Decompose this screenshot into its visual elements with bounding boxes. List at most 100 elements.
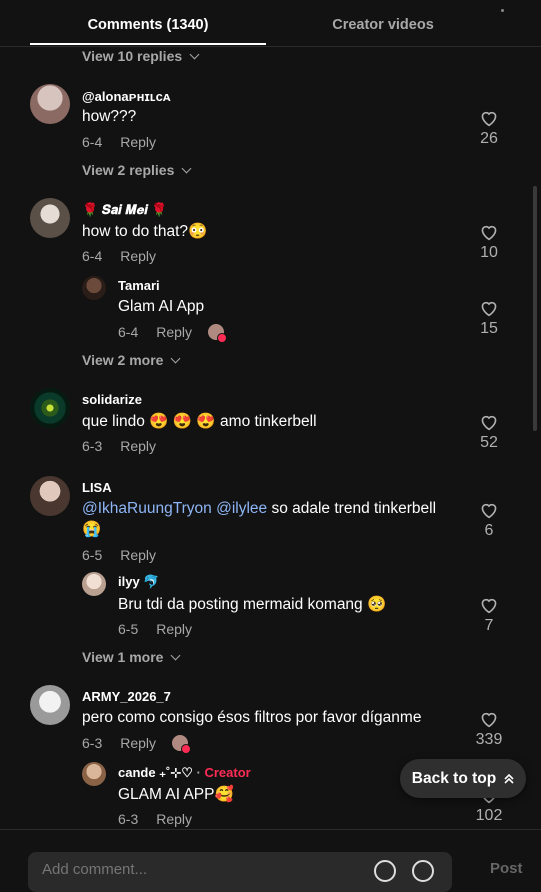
reply-button[interactable]: Reply: [120, 134, 156, 150]
reply-text: GLAM AI APP🥰: [118, 786, 234, 803]
view-replies-button[interactable]: View 10 replies: [82, 48, 200, 64]
like-count: 339: [475, 731, 503, 748]
tab-creator-videos[interactable]: Creator videos: [275, 17, 491, 33]
reply-text: Bru tdi da posting mermaid komang 🥺: [118, 596, 387, 613]
comment-meta: 6-3 Reply: [82, 735, 192, 754]
reply-button[interactable]: Reply: [156, 811, 192, 827]
heart-outline-icon: [481, 301, 497, 317]
like-count: 52: [480, 434, 498, 451]
reply-button[interactable]: Reply: [120, 438, 156, 454]
heart-badge-icon: [181, 744, 192, 754]
view-more-replies-button[interactable]: View 2 more: [82, 352, 181, 368]
avatar[interactable]: [30, 84, 70, 124]
avatar[interactable]: [82, 276, 106, 300]
heart-outline-icon: [481, 712, 497, 728]
comment-text: pero como consigo ésos filtros por favor…: [82, 709, 422, 726]
like-count: 7: [484, 617, 494, 634]
reply-button[interactable]: Reply: [120, 547, 156, 563]
comment-text-line2: 😭: [82, 521, 102, 538]
avatar[interactable]: [30, 685, 70, 725]
creator-badge: Creator: [204, 765, 251, 780]
view-more-replies-button[interactable]: View 1 more: [82, 649, 181, 665]
comment-text: que lindo 😍 😍 😍 amo tinkerbell: [82, 413, 317, 430]
avatar[interactable]: [30, 388, 70, 428]
emoji-icon[interactable]: [412, 860, 434, 882]
comment-username[interactable]: ARMY_2026_7: [82, 689, 171, 704]
tab-comments[interactable]: Comments (1340): [30, 17, 266, 33]
reply-button[interactable]: Reply: [120, 248, 156, 264]
avatar[interactable]: [82, 762, 106, 786]
creator-liked-avatar: [208, 324, 228, 343]
reply-date: 6-5: [118, 621, 139, 637]
avatar[interactable]: [30, 198, 70, 238]
avatar[interactable]: [82, 572, 106, 596]
like-button[interactable]: 52: [474, 413, 504, 452]
comment-text: @IkhaRuungTryon @ilylee so adale trend t…: [82, 500, 437, 517]
comment-meta: 6-4 Reply: [82, 134, 156, 150]
reply-meta: 6-4 Reply: [118, 324, 228, 343]
heart-outline-icon: [481, 598, 497, 614]
comment-date: 6-3: [82, 735, 103, 751]
like-button[interactable]: 26: [474, 109, 504, 148]
like-count: 10: [480, 244, 498, 261]
mention-link[interactable]: @IkhaRuungTryon: [82, 500, 212, 517]
like-button[interactable]: 7: [474, 596, 504, 635]
reply-button[interactable]: Reply: [156, 621, 192, 637]
post-button[interactable]: Post: [490, 860, 523, 877]
like-button[interactable]: 6: [474, 501, 504, 540]
reply-button[interactable]: Reply: [120, 735, 156, 751]
comment-date: 6-4: [82, 248, 103, 264]
reply-date: 6-4: [118, 324, 139, 340]
scrollbar[interactable]: [533, 186, 537, 431]
tab-bar: Comments (1340) Creator videos: [0, 0, 541, 47]
view-replies-button[interactable]: View 2 replies: [82, 162, 192, 178]
chevron-down-icon: [181, 163, 192, 173]
comment-username[interactable]: 🌹 𝑺𝒂𝒊 𝑴𝒆𝒊 🌹: [82, 202, 168, 218]
comment-meta: 6-4 Reply: [82, 248, 156, 264]
comment-list[interactable]: View 10 replies @alonaᴘʜɪʟᴄᴀ how??? 6-4 …: [0, 46, 541, 829]
chevron-down-icon: [171, 353, 181, 363]
reply-username[interactable]: ilyy 🐬: [118, 574, 159, 590]
heart-badge-icon: [217, 333, 228, 343]
at-icon[interactable]: [374, 860, 396, 882]
like-button[interactable]: 339: [474, 710, 504, 749]
comment-input[interactable]: [40, 860, 364, 879]
comment-date: 6-4: [82, 134, 103, 150]
creator-liked-avatar: [172, 735, 192, 754]
comment-text: how???: [82, 108, 137, 125]
reply-date: 6-3: [118, 811, 139, 827]
mention-link[interactable]: @ilylee: [216, 500, 267, 517]
back-to-top-button[interactable]: Back to top: [400, 759, 526, 798]
comment-date: 6-3: [82, 438, 103, 454]
like-button[interactable]: 15: [474, 299, 504, 338]
reply-button[interactable]: Reply: [156, 324, 192, 340]
comment-composer: Post: [0, 829, 541, 892]
reply-username[interactable]: Tamari: [118, 278, 160, 293]
comment-username[interactable]: @alonaᴘʜɪʟᴄᴀ: [82, 89, 171, 104]
comment-meta: 6-3 Reply: [82, 438, 156, 454]
reply-meta: 6-3 Reply: [118, 811, 192, 827]
avatar[interactable]: [30, 476, 70, 516]
comment-date: 6-5: [82, 547, 103, 563]
heart-outline-icon: [481, 503, 497, 519]
like-button[interactable]: 10: [474, 223, 504, 262]
reply-meta: 6-5 Reply: [118, 621, 192, 637]
heart-outline-icon: [481, 111, 497, 127]
comment-meta: 6-5 Reply: [82, 547, 156, 563]
like-count: 26: [480, 130, 498, 147]
double-chevron-up-icon: [504, 773, 514, 784]
reply-text: Glam AI App: [118, 298, 205, 315]
like-count: 15: [480, 320, 498, 337]
reply-username[interactable]: cande ₊˚⊹♡ · Creator: [118, 765, 251, 781]
comment-text: how to do that?😳: [82, 223, 208, 240]
chevron-down-icon: [171, 650, 181, 660]
like-count: 102: [475, 807, 503, 824]
heart-outline-icon: [481, 225, 497, 241]
like-count: 6: [484, 522, 494, 539]
comment-username[interactable]: LISA: [82, 480, 112, 495]
heart-outline-icon: [481, 415, 497, 431]
comment-input-box[interactable]: [28, 852, 452, 892]
chevron-down-icon: [189, 49, 200, 59]
comment-username[interactable]: solidarize: [82, 392, 142, 407]
more-options-icon[interactable]: [501, 9, 504, 12]
